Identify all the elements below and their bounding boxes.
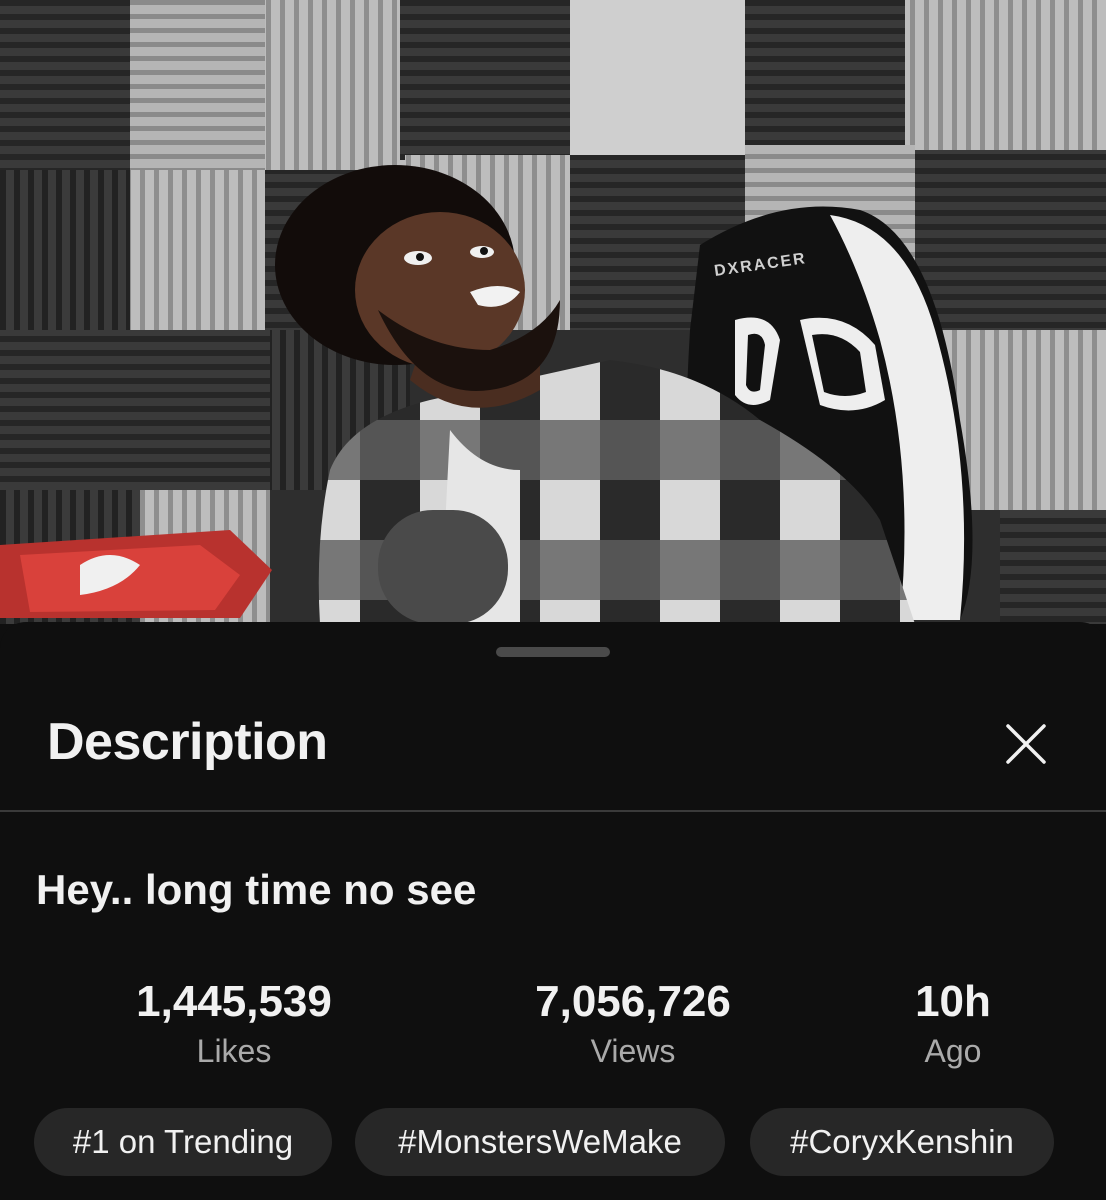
likes-count: 1,445,539: [136, 977, 332, 1026]
description-sheet: Description Hey.. long time no see 1,445…: [0, 622, 1106, 1200]
views-label: Views: [590, 1033, 676, 1069]
views-count: 7,056,726: [535, 977, 731, 1026]
chips-row: #1 on Trending #MonstersWeMake #CoryxKen…: [0, 1108, 1106, 1178]
hashtag-chip-monsterswemake[interactable]: #MonstersWeMake: [355, 1108, 725, 1176]
views-stat: 7,056,726 Views: [503, 976, 763, 1074]
upload-time-stat: 10h Ago: [870, 976, 1036, 1074]
upload-time-label: Ago: [924, 1033, 982, 1069]
likes-stat: 1,445,539 Likes: [104, 976, 364, 1074]
upload-time-value: 10h: [915, 977, 991, 1026]
divider: [0, 810, 1106, 812]
description-screen: DXRACER Description Hey.. long time no s…: [0, 0, 1106, 1200]
video-title: Hey.. long time no see: [36, 866, 477, 913]
drag-handle[interactable]: [496, 647, 610, 657]
sheet-title: Description: [47, 713, 328, 771]
likes-label: Likes: [196, 1033, 272, 1069]
close-button[interactable]: [1000, 718, 1052, 770]
trending-chip[interactable]: #1 on Trending: [34, 1108, 332, 1176]
close-icon: [1006, 724, 1046, 764]
hashtag-chip-coryxkenshin[interactable]: #CoryxKenshin: [750, 1108, 1054, 1176]
stats-row: 1,445,539 Likes 7,056,726 Views 10h Ago: [0, 976, 1106, 1076]
video-player[interactable]: DXRACER: [0, 0, 1106, 624]
video-frame: DXRACER: [0, 0, 1106, 624]
